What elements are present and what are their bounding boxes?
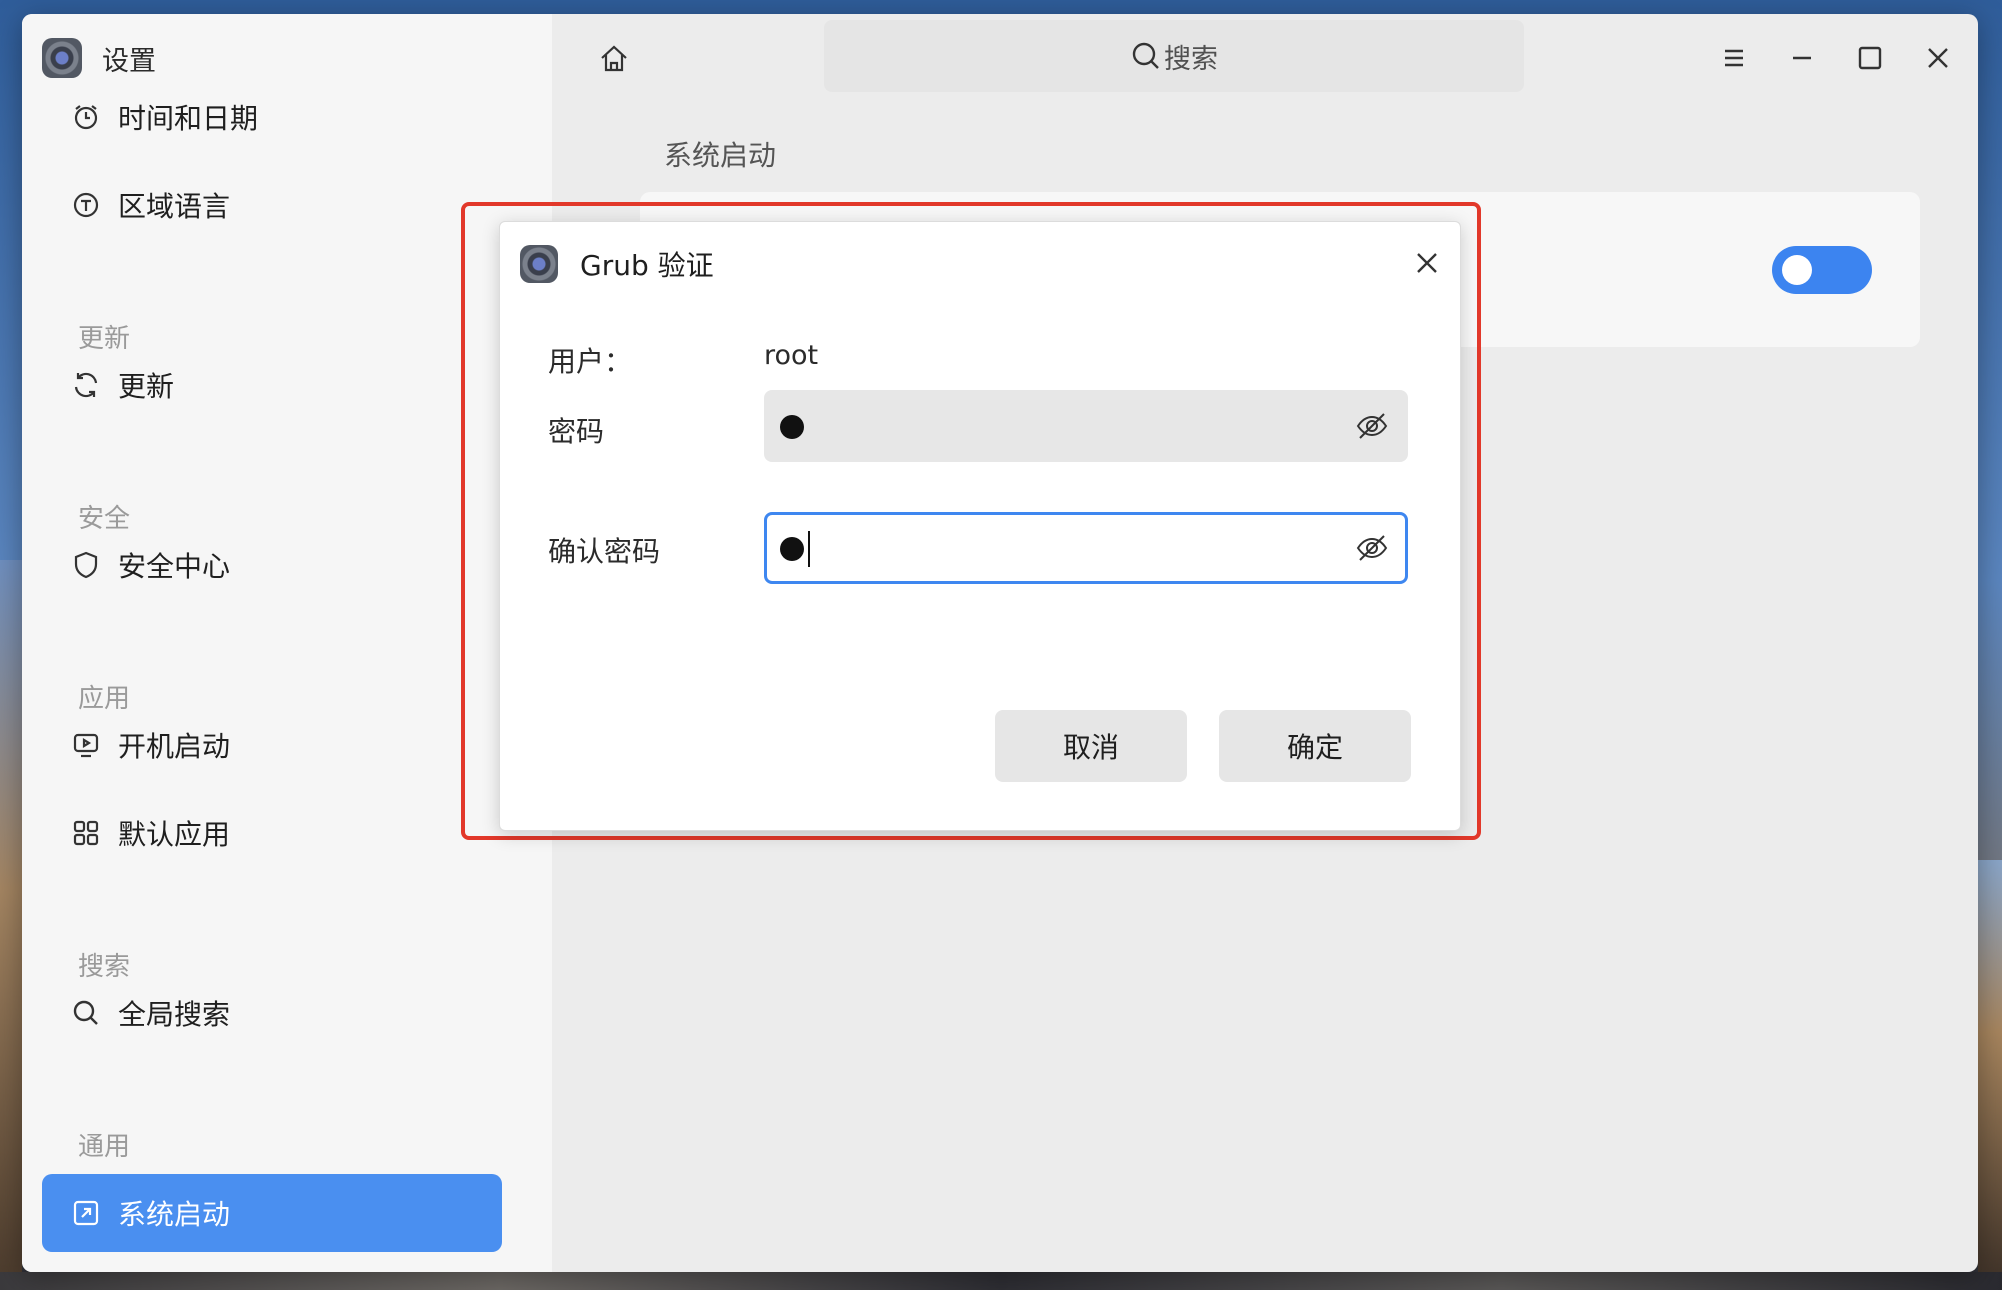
- app-header: 设置: [42, 38, 156, 78]
- minimize-icon: [1793, 56, 1811, 60]
- home-button[interactable]: [594, 39, 634, 79]
- cancel-button[interactable]: 取消: [995, 710, 1187, 782]
- close-icon: [1417, 253, 1437, 273]
- menu-button[interactable]: [1714, 38, 1754, 78]
- password-mask-dot: [780, 537, 804, 561]
- dialog-close-button[interactable]: [1407, 243, 1447, 283]
- text-caret: [808, 531, 810, 567]
- sidebar-item-label: 更新: [118, 370, 175, 403]
- app-title: 设置: [102, 45, 156, 77]
- desktop-wallpaper-left: [0, 560, 22, 1290]
- confirm-button[interactable]: 确定: [1219, 710, 1411, 782]
- sidebar-item-autostart[interactable]: 开机启动: [42, 706, 502, 784]
- search-input[interactable]: 搜索: [824, 20, 1524, 92]
- sidebar-item-region-language[interactable]: 区域语言: [42, 166, 502, 244]
- sidebar-item-system-boot[interactable]: 系统启动: [42, 1174, 502, 1252]
- confirm-password-field[interactable]: [764, 512, 1408, 584]
- sidebar-item-label: 开机启动: [118, 730, 231, 763]
- menu-icon: [1725, 49, 1743, 67]
- language-icon: [70, 189, 102, 221]
- sidebar-item-label: 默认应用: [118, 818, 231, 851]
- sidebar-item-label: 系统启动: [118, 1198, 231, 1231]
- content-section-title: 系统启动: [664, 139, 777, 172]
- desktop-wallpaper-right: [1978, 860, 2002, 1290]
- toggle-knob: [1782, 255, 1812, 285]
- autostart-icon: [70, 729, 102, 761]
- sidebar-item-global-search[interactable]: 全局搜索: [42, 974, 502, 1052]
- search-placeholder: 搜索: [1164, 43, 1218, 75]
- maximize-button[interactable]: [1850, 38, 1890, 78]
- search-icon: [1132, 42, 1159, 69]
- user-label: 用户：: [548, 345, 633, 378]
- desktop-wallpaper-bottom: [0, 1272, 2002, 1290]
- sidebar-item-default-apps[interactable]: 默认应用: [42, 794, 502, 872]
- confirm-password-label: 确认密码: [548, 535, 661, 568]
- sidebar-item-security-center[interactable]: 安全中心: [42, 526, 502, 604]
- settings-app-icon: [42, 38, 82, 78]
- user-value: root: [764, 340, 819, 371]
- password-field[interactable]: [764, 390, 1408, 462]
- settings-app-icon: [520, 245, 558, 283]
- sidebar-item-label: 区域语言: [118, 190, 231, 223]
- dialog-title: Grub 验证: [580, 249, 714, 282]
- search-icon: [70, 997, 102, 1029]
- password-visibility-toggle[interactable]: [1354, 408, 1390, 444]
- home-icon: [601, 45, 627, 72]
- sidebar-item-label: 安全中心: [118, 550, 231, 583]
- eye-off-icon: [1356, 535, 1388, 561]
- sidebar-item-update[interactable]: 更新: [42, 346, 502, 424]
- shield-icon: [70, 549, 102, 581]
- close-icon: [1928, 48, 1948, 68]
- sidebar-item-label: 全局搜索: [118, 998, 231, 1031]
- sidebar-item-time-date[interactable]: 时间和日期: [42, 78, 502, 156]
- section-title-general: 通用: [78, 1132, 131, 1162]
- sidebar-item-label: 时间和日期: [118, 102, 259, 135]
- eye-off-icon: [1356, 413, 1388, 439]
- password-mask-dot: [780, 415, 804, 439]
- confirm-password-visibility-toggle[interactable]: [1354, 530, 1390, 566]
- boot-toggle-switch[interactable]: [1772, 246, 1872, 294]
- maximize-icon: [1858, 46, 1882, 70]
- minimize-button[interactable]: [1782, 38, 1822, 78]
- window-close-button[interactable]: [1918, 38, 1958, 78]
- password-label: 密码: [548, 415, 605, 448]
- grid-icon: [70, 817, 102, 849]
- refresh-icon: [70, 369, 102, 401]
- boot-icon: [70, 1197, 102, 1229]
- grub-auth-dialog: Grub 验证 用户： root 密码 确认密码 取消 确定: [499, 221, 1461, 831]
- clock-icon: [70, 101, 102, 133]
